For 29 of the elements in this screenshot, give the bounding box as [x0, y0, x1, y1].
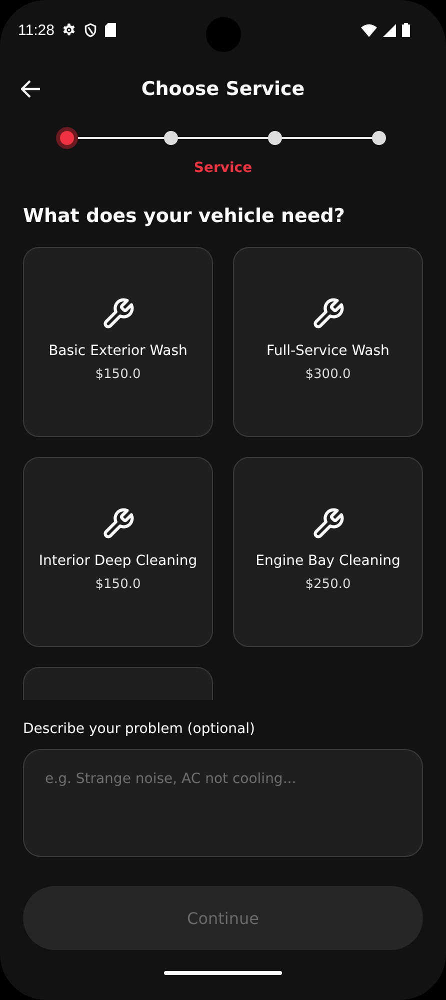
service-card[interactable]: Interior Deep Cleaning $150.0 — [23, 457, 213, 647]
section-heading: What does your vehicle need? — [22, 204, 346, 229]
shield-icon — [84, 22, 98, 38]
battery-icon — [402, 23, 410, 37]
service-card[interactable]: Basic Exterior Wash $150.0 — [23, 247, 213, 437]
wifi-icon — [361, 24, 377, 36]
signal-icon — [383, 24, 396, 36]
sd-card-icon — [105, 23, 116, 37]
service-price: $300.0 — [305, 366, 351, 382]
field-label: Describe your problem (optional) — [22, 720, 256, 739]
service-name: Full-Service Wash — [266, 342, 390, 358]
wrench-icon — [311, 506, 345, 540]
page-title: Choose Service — [141, 78, 305, 100]
gear-icon — [62, 23, 76, 37]
service-card[interactable]: Engine Bay Cleaning $250.0 — [233, 457, 423, 647]
service-name: Interior Deep Cleaning — [38, 552, 198, 568]
wrench-icon — [101, 506, 135, 540]
service-name: Engine Bay Cleaning — [256, 552, 400, 568]
service-price: $150.0 — [95, 366, 141, 382]
problem-field[interactable]: e.g. Strange noise, AC not cooling... — [23, 749, 423, 857]
wrench-icon — [101, 296, 135, 330]
wrench-icon — [311, 296, 345, 330]
back-arrow-icon[interactable] — [21, 80, 41, 98]
service-name: Basic Exterior Wash — [48, 342, 188, 358]
service-price: $250.0 — [305, 576, 351, 592]
service-price: $150.0 — [95, 576, 141, 592]
status-time: 11:28 — [18, 22, 54, 38]
step-label: Service — [194, 160, 252, 176]
service-card[interactable]: Full-Service Wash $300.0 — [233, 247, 423, 437]
